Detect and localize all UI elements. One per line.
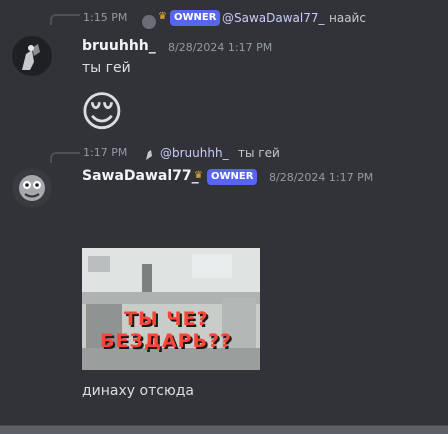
avatar[interactable]	[12, 36, 52, 76]
message-timestamp: 8/28/2024 1:17 PM	[269, 171, 374, 184]
owner-badge: OWNER	[207, 169, 258, 185]
message-timestamp: 8/28/2024 1:17 PM	[168, 41, 273, 54]
reply-mini-avatar	[144, 146, 154, 160]
reply-preview-1[interactable]: 1:15 PM ♛ OWNER @SawaDawal77_ наайс	[52, 10, 448, 29]
relieved-face-emoji[interactable]: 😌	[80, 88, 124, 136]
reply-text: ты гей	[238, 146, 280, 160]
crown-icon: ♛	[194, 170, 203, 181]
avatar-image	[12, 36, 52, 76]
reply-preview-2[interactable]: 1:17 PM @bruuhhh_ ты гей	[52, 145, 448, 161]
message-text: динаху отсюда	[82, 383, 194, 399]
message-input-edge	[0, 425, 448, 434]
crown-icon: ♛	[158, 11, 167, 22]
reply-timestamp: 1:15 PM	[83, 11, 128, 24]
owner-badge: OWNER	[170, 10, 221, 26]
reply-mention[interactable]: @bruuhhh_	[160, 146, 229, 160]
meme-caption-line1: ТЫ ЧЕ?	[124, 308, 209, 330]
reply-text: наайс	[329, 11, 366, 25]
username[interactable]: bruuhhh_	[82, 38, 156, 54]
reply-connector	[50, 14, 80, 25]
reply-mention[interactable]: @SawaDawal77_	[222, 11, 325, 25]
avatar-image	[12, 168, 52, 208]
avatar[interactable]	[12, 168, 52, 208]
reply-mini-avatar	[142, 11, 156, 29]
username[interactable]: SawaDawal77_	[82, 168, 199, 184]
reply-timestamp: 1:17 PM	[83, 146, 128, 159]
message-text: ты гей	[82, 60, 131, 76]
meme-image[interactable]: ТЫ ЧЕ? БЕЗДАРЬ??	[82, 248, 260, 370]
meme-caption-line2: БЕЗДАРЬ??	[100, 330, 233, 352]
